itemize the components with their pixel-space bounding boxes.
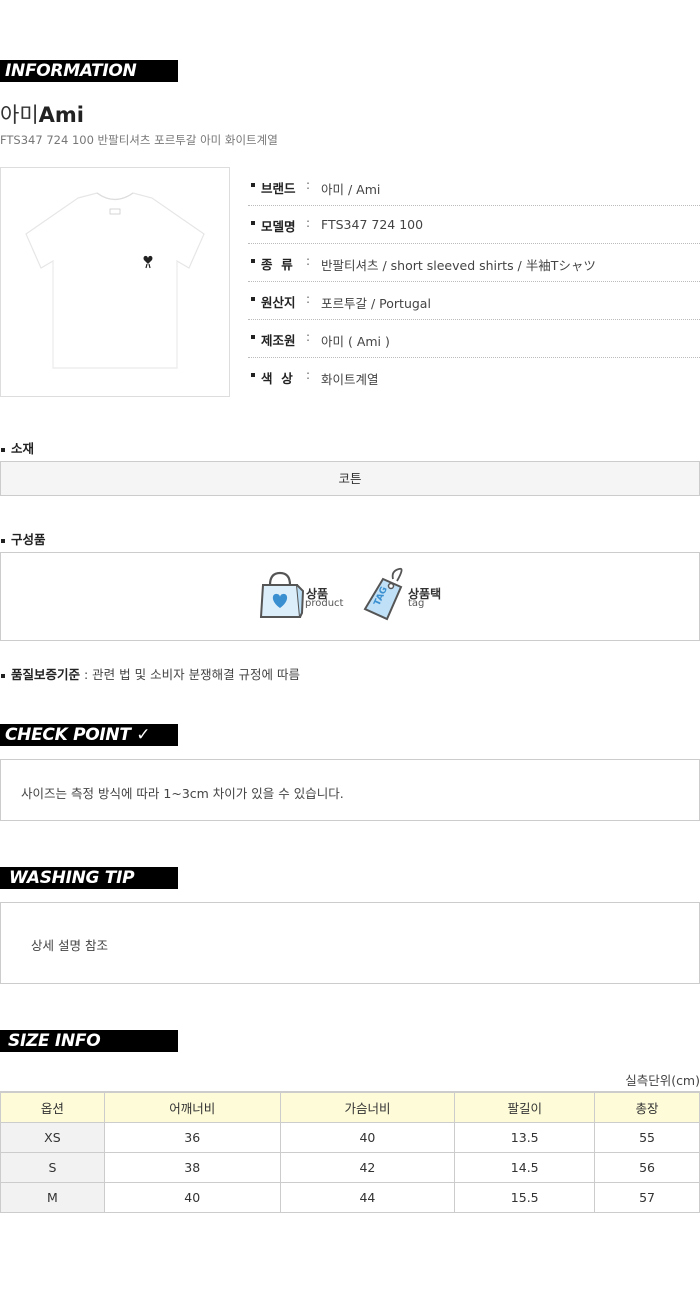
size-header-shoulder: 어깨너비 bbox=[103, 1091, 281, 1123]
brand-name-ko: 아미 bbox=[0, 103, 39, 127]
washing-tip-banner: WASHING TIP bbox=[0, 867, 178, 889]
spec-value: 아미 ( Ami ) bbox=[321, 334, 390, 349]
size-unit-label: 실측단위(cm) bbox=[625, 1073, 700, 1088]
white-tshirt-image bbox=[25, 192, 205, 369]
bullet-icon bbox=[251, 373, 255, 377]
product-icon-en: product bbox=[305, 598, 344, 609]
spec-label: 모델명 bbox=[261, 219, 296, 234]
table-cell: 40 bbox=[103, 1182, 281, 1213]
size-header-sleeve: 팔길이 bbox=[454, 1091, 596, 1123]
quality-text: : 관련 법 및 소비자 분쟁해결 규정에 따름 bbox=[84, 667, 301, 682]
spec-row-model: 모델명 : FTS347 724 100 bbox=[248, 206, 700, 244]
bullet-icon bbox=[1, 538, 5, 543]
table-cell: 14.5 bbox=[454, 1152, 596, 1183]
spec-row-type: 종 류 : 반팔티셔츠 / short sleeved shirts / 半袖T… bbox=[248, 244, 700, 282]
table-cell: 15.5 bbox=[454, 1182, 596, 1213]
bullet-icon bbox=[251, 259, 255, 263]
size-option: M bbox=[0, 1182, 105, 1213]
washing-tip-text: 상세 설명 참조 bbox=[0, 902, 700, 984]
spec-row-color: 색 상 : 화이트계열 bbox=[248, 358, 700, 396]
quality-standard: 품질보증기준 : 관련 법 및 소비자 분쟁해결 규정에 따름 bbox=[0, 664, 300, 683]
spec-value: 포르투갈 / Portugal bbox=[321, 296, 431, 311]
size-header-option: 옵션 bbox=[0, 1091, 105, 1123]
check-point-banner: CHECK POINT ✓ bbox=[0, 724, 178, 746]
table-row: XS 36 40 13.5 55 bbox=[0, 1122, 700, 1153]
table-cell: 13.5 bbox=[454, 1122, 596, 1153]
spec-label: 제조원 bbox=[261, 333, 296, 348]
table-cell: 55 bbox=[594, 1122, 700, 1153]
quality-label: 품질보증기준 bbox=[11, 667, 81, 682]
spec-label: 원산지 bbox=[261, 295, 296, 310]
table-row: M 40 44 15.5 57 bbox=[0, 1182, 700, 1213]
table-cell: 38 bbox=[103, 1152, 281, 1183]
material-section-label: 소재 bbox=[0, 438, 34, 457]
bullet-icon bbox=[251, 335, 255, 339]
bullet-icon bbox=[1, 447, 5, 452]
table-cell: 42 bbox=[279, 1152, 456, 1183]
spec-row-origin: 원산지 : 포르투갈 / Portugal bbox=[248, 282, 700, 320]
brand-name-en: Ami bbox=[38, 103, 84, 127]
table-cell: 36 bbox=[103, 1122, 281, 1153]
table-cell: 56 bbox=[594, 1152, 700, 1183]
size-option: S bbox=[0, 1152, 105, 1183]
material-value: 코튼 bbox=[0, 461, 700, 496]
product-brand-title: 아미Ami bbox=[0, 99, 84, 129]
spec-label: 브랜드 bbox=[261, 181, 296, 196]
tag-icon-en: tag bbox=[408, 598, 425, 609]
table-cell: 57 bbox=[594, 1182, 700, 1213]
bullet-icon bbox=[251, 221, 255, 225]
spec-row-manufacturer: 제조원 : 아미 ( Ami ) bbox=[248, 320, 700, 358]
size-table-header: 옵션 어깨너비 가슴너비 팔길이 총장 bbox=[0, 1091, 700, 1123]
table-cell: 40 bbox=[279, 1122, 456, 1153]
size-header-length: 총장 bbox=[594, 1091, 700, 1123]
table-row: S 38 42 14.5 56 bbox=[0, 1152, 700, 1183]
information-banner: INFORMATION bbox=[0, 60, 178, 82]
spec-list: 브랜드 : 아미 / Ami 모델명 : FTS347 724 100 종 류 … bbox=[248, 168, 700, 396]
spec-label: 종 류 bbox=[261, 257, 293, 272]
product-image bbox=[0, 167, 230, 397]
bullet-icon bbox=[251, 183, 255, 187]
bullet-icon bbox=[251, 297, 255, 301]
product-subtitle: FTS347 724 100 반팔티셔츠 포르투갈 아미 화이트계열 bbox=[0, 133, 278, 147]
spec-value: 아미 / Ami bbox=[321, 182, 381, 197]
size-header-chest: 가슴너비 bbox=[279, 1091, 456, 1123]
components-box: 상품 product TAG 상품택 tag bbox=[0, 552, 700, 641]
size-info-banner: SIZE INFO bbox=[0, 1030, 178, 1052]
shopping-bag-icon bbox=[259, 571, 305, 618]
tag-icon: TAG bbox=[363, 567, 403, 621]
spec-label: 색 상 bbox=[261, 371, 293, 386]
check-point-text: 사이즈는 측정 방식에 따라 1~3cm 차이가 있을 수 있습니다. bbox=[0, 759, 700, 821]
spec-row-brand: 브랜드 : 아미 / Ami bbox=[248, 168, 700, 206]
bullet-icon bbox=[1, 673, 5, 678]
size-table: 옵션 어깨너비 가슴너비 팔길이 총장 XS 36 40 13.5 55 S 3… bbox=[0, 1091, 700, 1213]
spec-value: FTS347 724 100 bbox=[321, 217, 424, 232]
components-section-label: 구성품 bbox=[0, 529, 46, 548]
table-cell: 44 bbox=[279, 1182, 456, 1213]
spec-value: 반팔티셔츠 / short sleeved shirts / 半袖Tシャツ bbox=[321, 258, 596, 273]
size-option: XS bbox=[0, 1122, 105, 1153]
spec-value: 화이트계열 bbox=[321, 372, 379, 387]
